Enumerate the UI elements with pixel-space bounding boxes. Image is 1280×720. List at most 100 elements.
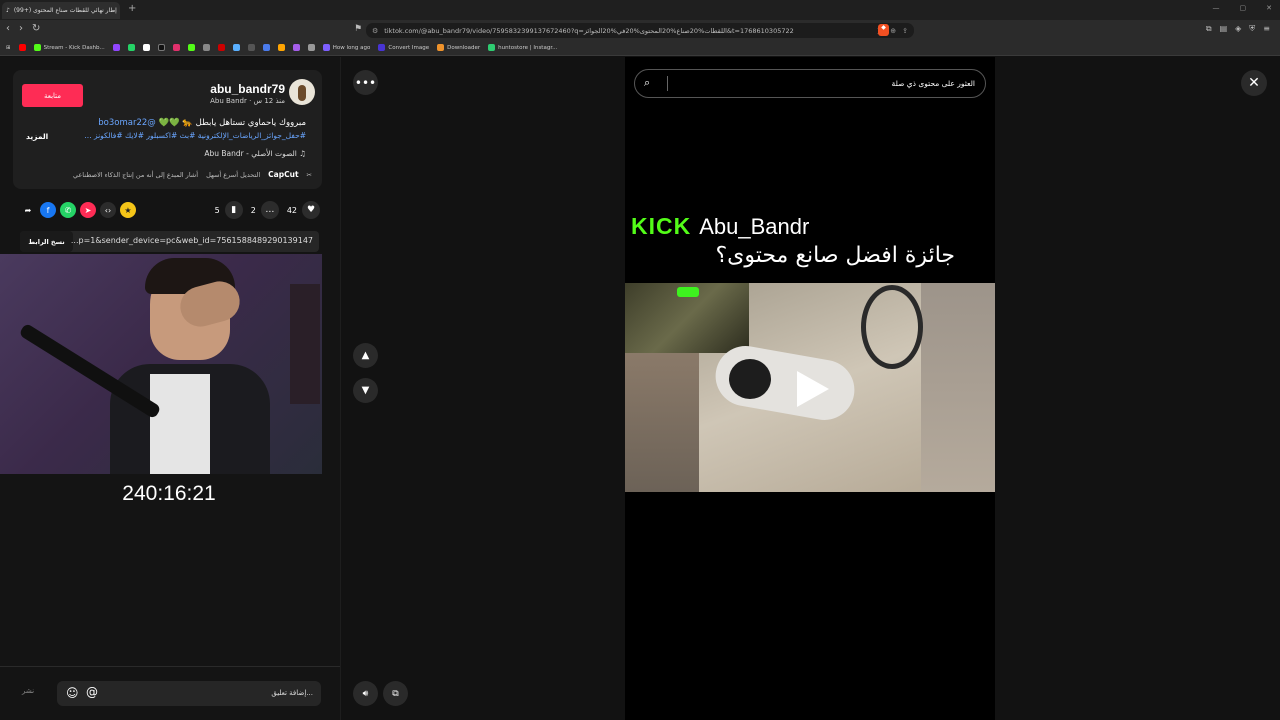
caption-text: مبرووك ياحماوي تستاهل يابطل 🐆 💚💚: [158, 118, 306, 128]
search-placeholder: العثور على محتوى ذي صلة: [891, 79, 975, 88]
mention-link[interactable]: @bo3omar22: [98, 118, 156, 128]
bookmark-twitch[interactable]: [112, 44, 120, 51]
likes[interactable]: 42 ♥: [287, 201, 320, 219]
capcut-line: ✂ CapCut التحديل أسرع أسهل أشار المبدع إ…: [73, 170, 312, 179]
link-text[interactable]: ...p=1&sender_device=pc&web_id=756158848…: [71, 236, 313, 245]
url-text[interactable]: tiktok.com/@abu_bandr79/video/7595832399…: [384, 27, 871, 35]
bookmark-how-long-ago[interactable]: How long ago: [322, 44, 370, 51]
extensions-bar: ⧉ ▤ ◈ ⛨ ≡: [1206, 24, 1270, 34]
capcut-brand[interactable]: CapCut: [268, 170, 298, 179]
embed-icon[interactable]: ‹›: [100, 202, 116, 218]
next-video-button[interactable]: ▼: [353, 378, 378, 403]
zoom-icon[interactable]: ⊕: [890, 27, 896, 35]
comment-icon[interactable]: …: [260, 201, 279, 219]
bookmark-misc-7[interactable]: [307, 44, 315, 51]
ai-note: أشار المبدع إلى أنه من إنتاج الذكاء الاص…: [73, 170, 199, 179]
play-icon[interactable]: [797, 371, 829, 407]
apps-icon[interactable]: ⊞: [6, 45, 11, 51]
star-icon[interactable]: ★: [120, 202, 136, 218]
like-count: 42: [286, 205, 297, 215]
bookmark-tiktok[interactable]: [157, 44, 165, 51]
whatsapp-icon[interactable]: ✆: [60, 202, 76, 218]
vpn-icon[interactable]: ⛨: [1249, 24, 1255, 34]
share-page-icon[interactable]: ⇪: [902, 27, 908, 35]
fallen-person-head: [729, 359, 771, 399]
site-info-icon[interactable]: ⚙: [372, 27, 378, 35]
wallet-icon[interactable]: ◈: [1235, 24, 1241, 34]
bookmark-misc-4[interactable]: [262, 44, 270, 51]
username[interactable]: abu_bandr79: [210, 82, 285, 96]
bookmark-x[interactable]: [142, 44, 150, 51]
send-icon[interactable]: ➤: [80, 202, 96, 218]
kick-banner: KICK Abu_Bandr: [631, 213, 809, 240]
search-icon[interactable]: ⌕: [644, 76, 650, 90]
bookmark-youtube[interactable]: [18, 44, 26, 51]
copy-link-button[interactable]: نسخ الرابط: [20, 231, 73, 252]
search-separator: [667, 76, 668, 91]
green-light: [677, 287, 699, 297]
bookmark-misc-3[interactable]: [247, 44, 255, 51]
bookmark-instagram[interactable]: [172, 44, 180, 51]
puzzle-icon[interactable]: ⧉: [1206, 24, 1212, 34]
more-button[interactable]: المزيد: [26, 132, 48, 141]
details-panel: abu_bandr79 Abu Bandr · منذ 12 س متابعة …: [0, 57, 340, 720]
saves[interactable]: 5 ▮: [215, 201, 243, 219]
comment-placeholder: إضافة تعليق...: [271, 689, 313, 697]
avatar[interactable]: [289, 79, 315, 105]
bookmarks-bar: ⊞ Stream - Kick Dashb... How long ago Co…: [0, 40, 1280, 56]
streamer-video[interactable]: [0, 254, 322, 474]
tiktok-page: abu_bandr79 Abu Bandr · منذ 12 س متابعة …: [0, 57, 1280, 720]
forward-icon[interactable]: ›: [19, 23, 23, 34]
tab-strip: ♪ (99+) إطار نهائي للقطات صناع المحتوى ✕…: [0, 0, 1280, 20]
address-bar[interactable]: ⚙ tiktok.com/@abu_bandr79/video/75958323…: [366, 23, 914, 38]
pip-icon[interactable]: ⧉: [383, 681, 408, 706]
related-search[interactable]: ⌕ العثور على محتوى ذي صلة: [634, 69, 986, 98]
video-clip[interactable]: [625, 283, 995, 492]
window-close-icon[interactable]: ✕: [1266, 4, 1272, 12]
bookmark-misc-1[interactable]: [202, 44, 210, 51]
video-player[interactable]: ⌕ العثور على محتوى ذي صلة KICK Abu_Bandr…: [625, 57, 995, 720]
video-area: ••• ▲ ▼ 🔊︎ ⧉ ✕ ⌕ العثور على محتوى ذي صلة…: [341, 57, 1280, 720]
tab-active[interactable]: ♪ (99+) إطار نهائي للقطات صناع المحتوى ✕: [2, 2, 120, 19]
back-icon[interactable]: ‹: [6, 23, 10, 34]
comments[interactable]: 2…: [251, 201, 279, 219]
mention-icon[interactable]: @: [86, 685, 98, 699]
follow-button[interactable]: متابعة: [22, 84, 83, 107]
bookmark-kick[interactable]: [187, 44, 195, 51]
bookmark-save-icon[interactable]: ▮: [224, 201, 243, 219]
bookmark-convert-image[interactable]: Convert Image: [378, 44, 429, 51]
bicycle-wheel: [861, 285, 923, 369]
kick-channel-name: Abu_Bandr: [699, 213, 810, 239]
facebook-icon[interactable]: f: [40, 202, 56, 218]
bookmark-misc-2[interactable]: [232, 44, 240, 51]
minimize-icon[interactable]: —: [1213, 4, 1220, 12]
sidebar-icon[interactable]: ▤: [1220, 24, 1228, 34]
heart-icon[interactable]: ♥: [302, 201, 320, 219]
music-line[interactable]: ♫ الصوت الأصلي - Abu Bandr: [204, 149, 306, 158]
bookmark-youtube-2[interactable]: [217, 44, 225, 51]
more-options-button[interactable]: •••: [353, 70, 378, 95]
bookmark-downloader[interactable]: Downloader: [437, 44, 480, 51]
reload-icon[interactable]: ↻: [32, 23, 40, 34]
volume-icon[interactable]: 🔊︎: [353, 681, 378, 706]
close-video-button[interactable]: ✕: [1241, 70, 1267, 96]
brave-shields-icon[interactable]: ◆: [878, 24, 889, 36]
bookmark-huntostore[interactable]: huntostore | Instagr...: [488, 44, 557, 51]
bookmark-misc-5[interactable]: [277, 44, 285, 51]
previous-video-button[interactable]: ▲: [353, 343, 378, 368]
new-tab-icon[interactable]: +: [128, 3, 136, 14]
bookmark-icon[interactable]: ⚑: [354, 24, 362, 34]
bookmark-whatsapp[interactable]: [127, 44, 135, 51]
post-comment-button[interactable]: نشر: [22, 687, 34, 695]
reaction-inset: [625, 283, 749, 353]
maximize-icon[interactable]: ▢: [1240, 4, 1247, 12]
comment-input[interactable]: ☺ @ إضافة تعليق...: [57, 681, 321, 706]
shelf: [290, 284, 320, 404]
emoji-icon[interactable]: ☺: [66, 686, 79, 700]
hashtags[interactable]: #حفل_جوائز_الرياضات_الإلكترونية #بث #اكس…: [84, 131, 306, 140]
music-note-icon: ♫: [299, 149, 306, 158]
menu-icon[interactable]: ≡: [1263, 24, 1270, 34]
bookmark-kick-dashboard[interactable]: Stream - Kick Dashb...: [33, 44, 105, 51]
bookmark-misc-6[interactable]: [292, 44, 300, 51]
share-arrow-icon[interactable]: ➦: [20, 202, 36, 218]
